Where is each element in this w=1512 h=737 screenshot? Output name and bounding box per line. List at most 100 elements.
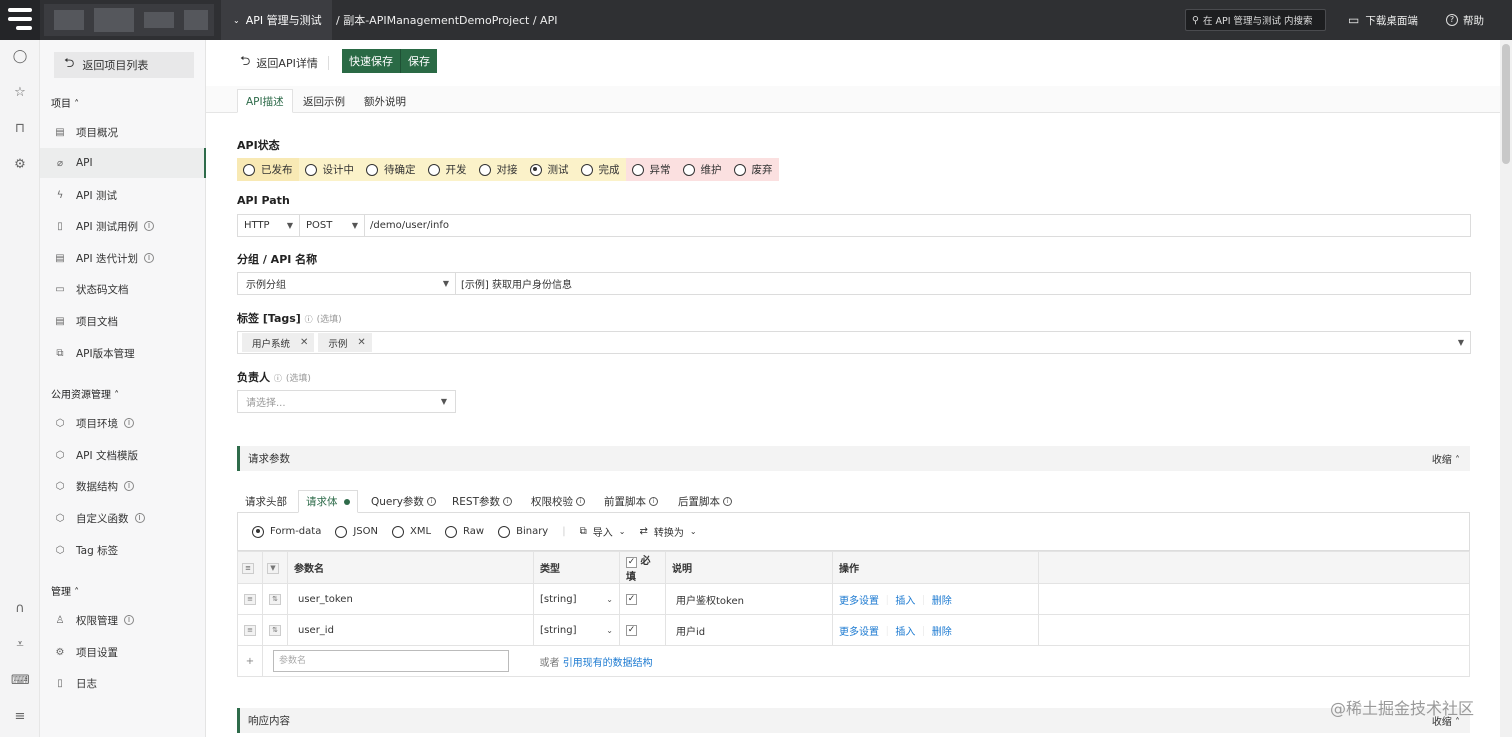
tab-rest-params[interactable]: REST参数 i	[445, 490, 519, 513]
param-name-cell[interactable]: user_token	[287, 583, 534, 615]
api-name-input[interactable]: [示例] 获取用户身份信息	[456, 276, 572, 291]
section-public[interactable]: 公用资源管理 ˄	[51, 386, 119, 401]
new-param-input[interactable]: 参数名	[273, 650, 509, 672]
convert-dropdown[interactable]: ⇄ 转换为 ⌄	[639, 524, 696, 539]
tab-auth[interactable]: 权限校验 i	[524, 490, 592, 513]
tab-request-body[interactable]: 请求体	[298, 490, 358, 513]
search-input[interactable]: ⚲ 在 API 管理与测试 内搜索	[1185, 9, 1326, 31]
tab-query-params[interactable]: Query参数 i	[364, 490, 443, 513]
back-to-api-button[interactable]: ⮌ 返回API详情	[240, 52, 318, 74]
section-project[interactable]: 项目 ˄	[51, 95, 79, 110]
sidebar-item-data-structure[interactable]: ⬡ 数据结构 i	[40, 471, 206, 501]
sidebar-item-doc-template[interactable]: ⬡ API 文档模版	[40, 440, 206, 470]
close-icon[interactable]: ✕	[300, 337, 308, 348]
sidebar-item-api-test[interactable]: ϟ API 测试	[40, 180, 206, 210]
expand-icon[interactable]: ⇅	[269, 594, 281, 605]
chevron-down-icon[interactable]: ▼	[1458, 338, 1464, 347]
gear-icon[interactable]: ⚙	[11, 156, 29, 174]
scrollbar-thumb[interactable]	[1502, 44, 1510, 164]
checkbox-icon[interactable]: ✓	[626, 557, 637, 568]
sidebar-item-iteration[interactable]: ▤ API 迭代计划 i	[40, 243, 206, 273]
param-name-cell[interactable]: user_id	[287, 614, 534, 646]
param-desc-cell[interactable]: 用户鉴权token	[665, 583, 833, 615]
collapse-button[interactable]: 收缩 ˄	[1432, 451, 1460, 466]
delete-link[interactable]: 删除	[932, 596, 952, 607]
tab-pre-script[interactable]: 前置脚本 i	[597, 490, 665, 513]
status-option[interactable]: 设计中	[298, 158, 360, 181]
request-params-header[interactable]: 请求参数 收缩 ˄	[237, 446, 1470, 471]
status-option[interactable]: 完成	[574, 158, 626, 181]
sidebar-item-project-docs[interactable]: ▤ 项目文档	[40, 306, 206, 336]
body-type-xml[interactable]: XML	[391, 525, 431, 538]
sort-icon[interactable]: ▼	[267, 562, 279, 574]
protocol-select[interactable]: HTTP ▼	[238, 215, 300, 236]
owner-select[interactable]: 请选择... ▼	[237, 390, 456, 413]
tab-extra-notes[interactable]: 额外说明	[356, 89, 414, 113]
save-button[interactable]: 保存	[400, 49, 437, 73]
back-to-projects-button[interactable]: ⮌ 返回项目列表	[54, 52, 194, 78]
body-type-json[interactable]: JSON	[335, 525, 378, 538]
module-switcher[interactable]: ⌄ API 管理与测试	[221, 0, 332, 40]
sidebar-item-settings[interactable]: ⚙ 项目设置	[40, 637, 206, 667]
method-select[interactable]: POST ▼	[300, 215, 365, 236]
import-dropdown[interactable]: ⧉ 导入 ⌄	[580, 524, 626, 539]
group-select[interactable]: 示例分组 ▼	[238, 273, 456, 294]
param-type-select[interactable]: [string] ⌄	[533, 614, 620, 646]
plus-icon[interactable]: +	[237, 645, 263, 677]
more-settings-link[interactable]: 更多设置	[839, 627, 879, 638]
status-option[interactable]: 开发	[421, 158, 473, 181]
more-settings-link[interactable]: 更多设置	[839, 596, 879, 607]
star-icon[interactable]: ☆	[11, 84, 29, 102]
tags-input[interactable]: 用户系统 ✕ 示例 ✕ ▼	[237, 331, 1471, 354]
status-option[interactable]: 异常	[625, 158, 677, 181]
body-type-raw[interactable]: Raw	[445, 525, 484, 538]
sidebar-item-logs[interactable]: ▯ 日志	[40, 668, 206, 698]
tab-post-script[interactable]: 后置脚本 i	[671, 490, 739, 513]
expand-icon[interactable]: ⇅	[269, 625, 281, 636]
tab-api-description[interactable]: API描述	[237, 89, 293, 113]
sidebar-item-versions[interactable]: ⧉ API版本管理	[40, 338, 206, 368]
delete-link[interactable]: 删除	[932, 627, 952, 638]
sidebar-item-test-cases[interactable]: ▯ API 测试用例 i	[40, 211, 206, 241]
insert-link[interactable]: 插入	[895, 596, 915, 607]
tab-return-example[interactable]: 返回示例	[295, 89, 353, 113]
status-option[interactable]: 对接	[472, 158, 524, 181]
required-checkbox[interactable]: ✓	[626, 625, 637, 636]
sidebar-item-overview[interactable]: ▤ 项目概况	[40, 117, 206, 147]
download-desktop-button[interactable]: ▭ 下载桌面端	[1348, 0, 1418, 40]
required-checkbox[interactable]: ✓	[626, 594, 637, 605]
sidebar-item-api[interactable]: ⌀ API	[40, 148, 206, 178]
shirt-icon[interactable]: ⊓	[11, 120, 29, 138]
reference-structure-link[interactable]: 引用现有的数据结构	[563, 658, 653, 669]
scrollbar[interactable]	[1500, 40, 1512, 737]
response-header[interactable]: 响应内容 收缩 ˄	[237, 708, 1470, 733]
drag-handle-icon[interactable]: ≡	[244, 594, 256, 605]
section-manage[interactable]: 管理 ˄	[51, 583, 79, 598]
bell-icon[interactable]: ◯	[11, 48, 29, 66]
status-option[interactable]: 维护	[676, 158, 728, 181]
sidebar-item-tags[interactable]: ⬡ Tag 标签	[40, 535, 206, 565]
body-type-form-data[interactable]: Form-data	[252, 525, 321, 538]
headset-icon[interactable]: ∩	[11, 600, 29, 618]
breadcrumb[interactable]: / 副本-APIManagementDemoProject / API	[336, 0, 557, 40]
api-path-input[interactable]: /demo/user/info	[365, 220, 449, 231]
sidebar-item-permissions[interactable]: ♙ 权限管理 i	[40, 605, 206, 635]
quick-save-button[interactable]: 快速保存	[342, 49, 400, 73]
close-icon[interactable]: ✕	[357, 337, 365, 348]
param-desc-cell[interactable]: 用户id	[665, 614, 833, 646]
status-option[interactable]: 待确定	[360, 158, 422, 181]
status-option[interactable]: 废弃	[727, 158, 779, 181]
tab-request-headers[interactable]: 请求头部	[238, 490, 294, 513]
menu-icon[interactable]: ≡	[11, 708, 29, 726]
drag-handle-icon[interactable]: ≡	[244, 625, 256, 636]
status-option[interactable]: 测试	[523, 158, 575, 181]
keyboard-icon[interactable]: ⌨	[11, 672, 30, 690]
sidebar-item-env[interactable]: ⬡ 项目环境 i	[40, 408, 206, 438]
sidebar-item-status-codes[interactable]: ▭ 状态码文档	[40, 274, 206, 304]
sidebar-item-functions[interactable]: ⬡ 自定义函数 i	[40, 503, 206, 533]
app-logo[interactable]	[0, 0, 40, 40]
body-type-binary[interactable]: Binary	[498, 525, 548, 538]
help-button[interactable]: ? 帮助	[1446, 0, 1484, 40]
insert-link[interactable]: 插入	[895, 627, 915, 638]
select-all-icon[interactable]: ≡	[242, 562, 254, 574]
